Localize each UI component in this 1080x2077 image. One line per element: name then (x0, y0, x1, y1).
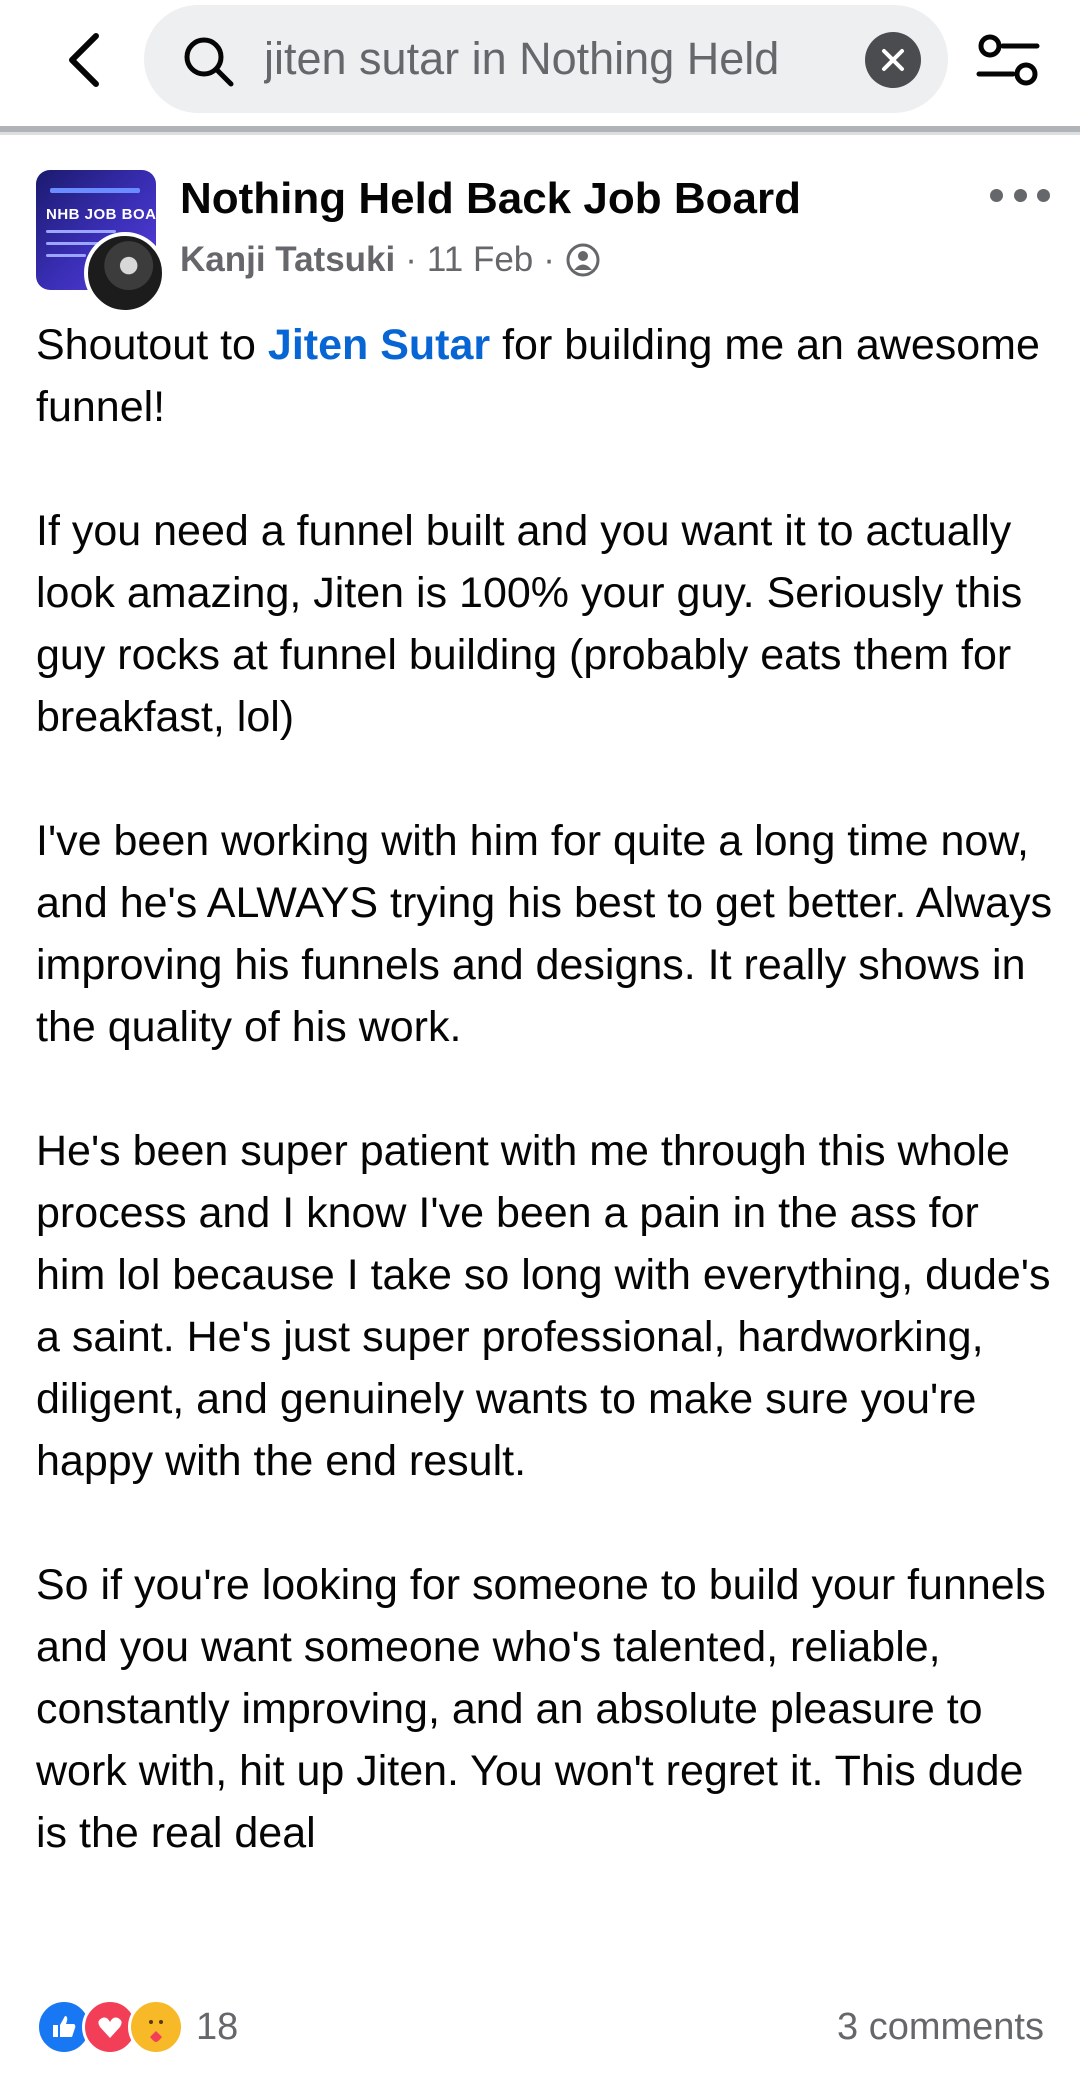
post-date[interactable]: 11 Feb (427, 240, 533, 280)
text-segment: Shoutout to (36, 321, 268, 369)
care-reaction-icon (128, 1999, 184, 2055)
more-horizontal-icon (1013, 188, 1027, 202)
author-name-link[interactable]: Kanji Tatsuki (180, 240, 395, 280)
meta-separator: · (405, 240, 417, 279)
meta-separator: · (543, 240, 555, 279)
post-paragraph: Shoutout to Jiten Sutar for building me … (36, 314, 1056, 438)
post-body: Shoutout to Jiten Sutar for building me … (36, 314, 1056, 1864)
header-divider-shadow (0, 132, 1080, 135)
filter-sliders-icon (976, 34, 1040, 86)
back-button[interactable] (52, 24, 116, 96)
reaction-count: 18 (196, 2005, 239, 2048)
more-horizontal-icon (1037, 188, 1050, 202)
post-paragraph: He's been super patient with me through … (36, 1127, 1051, 1485)
author-avatar[interactable] (84, 232, 166, 314)
search-icon (184, 37, 234, 87)
post-meta: Kanji Tatsuki · 11 Feb · (180, 240, 601, 280)
post-paragraph: So if you're looking for someone to buil… (36, 1561, 1046, 1857)
group-members-icon (566, 243, 600, 277)
post-paragraph: I've been working with him for quite a l… (36, 817, 1053, 1051)
search-bar[interactable]: jiten sutar in Nothing Held (144, 5, 948, 113)
post-options-button[interactable] (990, 180, 1050, 210)
avatar-decoration (46, 254, 86, 257)
chevron-left-icon (69, 33, 99, 87)
avatar-decoration (50, 188, 140, 193)
mention-link[interactable]: Jiten Sutar (268, 321, 490, 369)
group-name-link[interactable]: Nothing Held Back Job Board (180, 174, 801, 224)
post-paragraph: If you need a funnel built and you want … (36, 507, 1023, 741)
search-header: jiten sutar in Nothing Held (0, 0, 1080, 128)
more-horizontal-icon (990, 188, 1003, 202)
clear-search-button[interactable] (865, 32, 921, 88)
search-input[interactable]: jiten sutar in Nothing Held (264, 5, 814, 113)
group-avatar-logo-text: NHB JOB BOARD (46, 206, 156, 223)
avatar-decoration (46, 242, 101, 245)
filter-button[interactable] (968, 24, 1048, 96)
reactions-summary[interactable]: 18 (36, 1998, 238, 2056)
avatar-decoration (46, 230, 116, 233)
close-icon (882, 49, 904, 71)
comments-count-link[interactable]: 3 comments (837, 1998, 1044, 2056)
